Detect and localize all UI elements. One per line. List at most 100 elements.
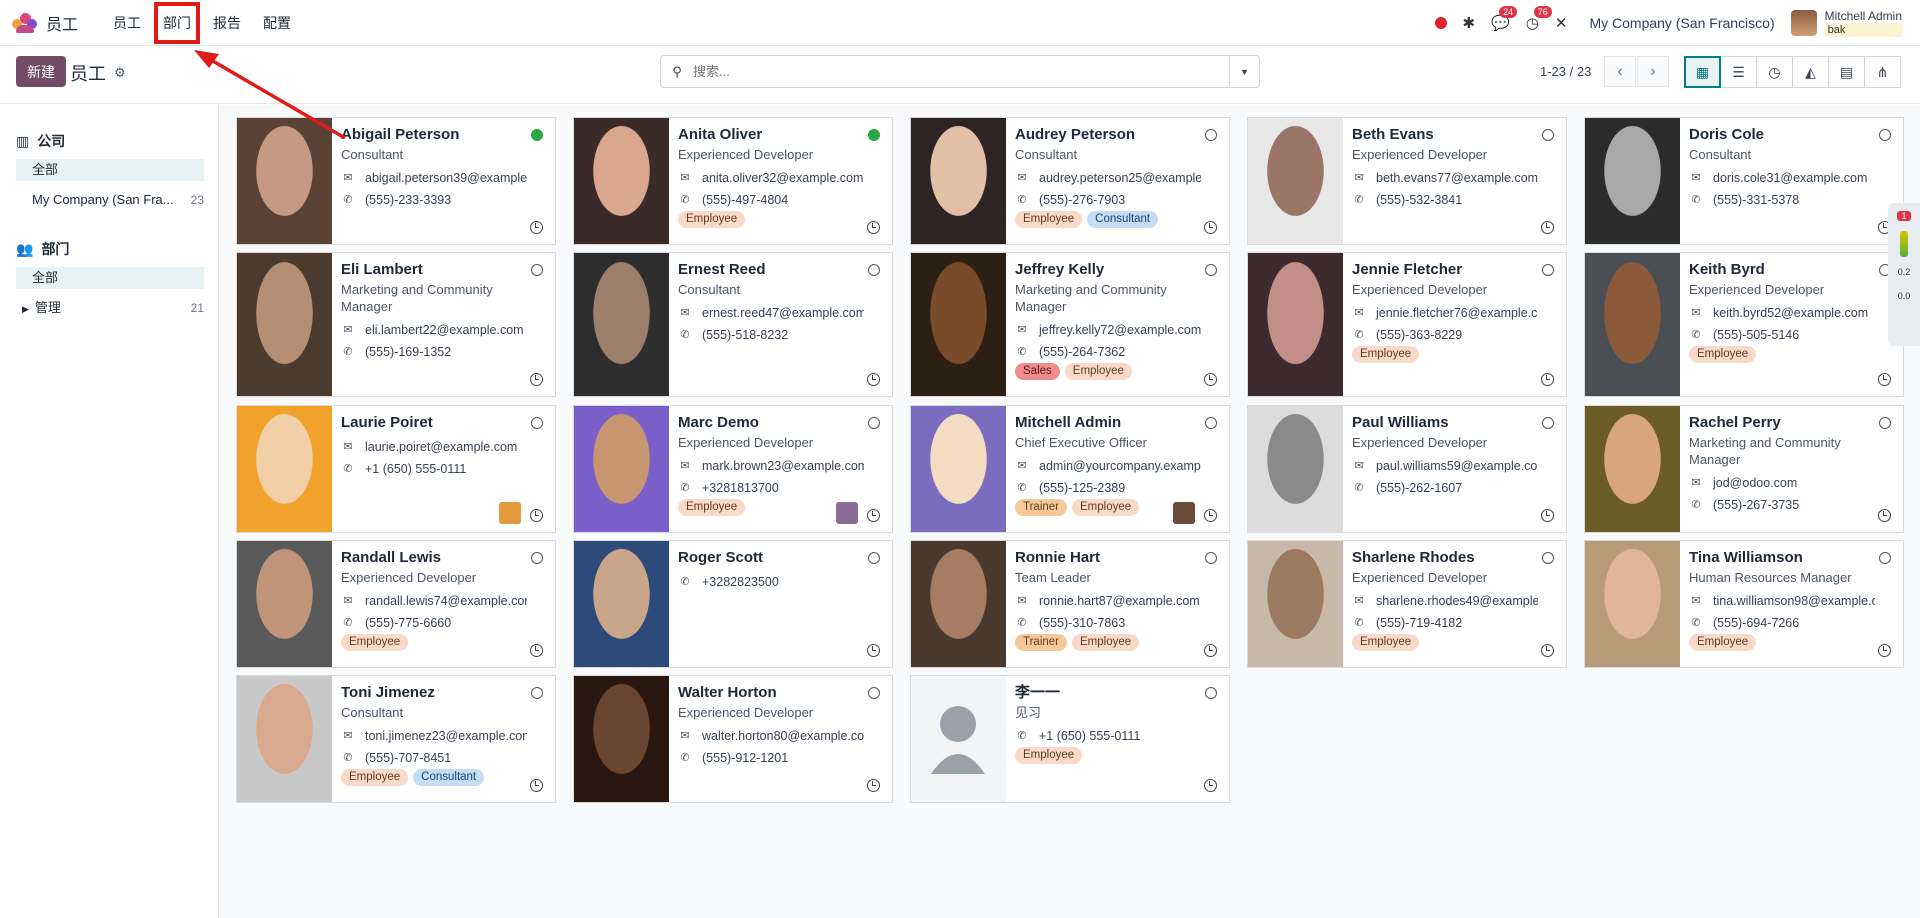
employee-phone[interactable]: (555)-331-5378 (1713, 191, 1799, 209)
activity-clock-icon[interactable] (867, 221, 880, 234)
employee-phone[interactable]: (555)-532-3841 (1376, 191, 1462, 209)
user-avatar-icon[interactable] (499, 502, 521, 524)
employee-card[interactable]: Randall Lewis Experienced Developer ✉ randa… (236, 540, 556, 668)
menu-configuration[interactable]: 配置 (252, 0, 302, 46)
employee-phone[interactable]: (555)-276-7903 (1039, 191, 1125, 209)
activity-clock-icon[interactable] (867, 509, 880, 522)
employee-card[interactable]: Marc Demo Experienced Developer ✉ mark.brow… (573, 405, 893, 533)
employee-email[interactable]: abigail.peterson39@example.... (365, 169, 527, 187)
department-item-management[interactable]: ▶ 管理 21 (16, 297, 204, 319)
activity-clock-icon[interactable] (1204, 509, 1217, 522)
employee-phone[interactable]: (555)-233-3393 (365, 191, 451, 209)
employee-card[interactable]: Jennie Fletcher Experienced Developer ✉ jen… (1247, 252, 1567, 397)
company-switcher[interactable]: My Company (San Francisco) (1589, 15, 1774, 31)
employee-card[interactable]: Rachel Perry Marketing and Community Mana… (1584, 405, 1904, 533)
graph-view-button[interactable]: ◭ (1792, 56, 1829, 88)
employee-card[interactable]: Mitchell Admin Chief Executive Officer ✉ ad… (910, 405, 1230, 533)
employee-card[interactable]: Sharlene Rhodes Experienced Developer ✉ sha… (1247, 540, 1567, 668)
employee-card[interactable]: Ernest Reed Consultant ✉ ernest.reed47@exam… (573, 252, 893, 397)
employee-phone[interactable]: (555)-169-1352 (365, 343, 451, 361)
employee-email[interactable]: laurie.poiret@example.com (365, 438, 517, 456)
employee-card[interactable]: Anita Oliver Experienced Developer ✉ anita.… (573, 117, 893, 245)
pager-next-button[interactable]: › (1637, 56, 1669, 87)
search-input[interactable] (693, 64, 1229, 79)
search-options-toggle[interactable]: ▼ (1229, 56, 1259, 87)
employee-email[interactable]: ronnie.hart87@example.com (1039, 592, 1200, 610)
employee-card[interactable]: Toni Jimenez Consultant ✉ toni.jimenez23@ex… (236, 675, 556, 803)
department-item-all[interactable]: 全部 (16, 267, 204, 289)
employee-email[interactable]: admin@yourcompany.exampl... (1039, 457, 1201, 475)
pager-previous-button[interactable]: ‹ (1604, 56, 1636, 87)
employee-email[interactable]: randall.lewis74@example.com (365, 592, 527, 610)
app-brand[interactable]: 员工 (12, 11, 78, 35)
employee-phone[interactable]: (555)-262-1607 (1376, 479, 1462, 497)
messages-icon[interactable]: 💬 24 (1491, 5, 1518, 32)
company-item-all[interactable]: 全部 (16, 159, 204, 181)
activity-clock-icon[interactable] (867, 779, 880, 792)
employee-card[interactable]: Audrey Peterson Consultant ✉ audrey.peterso… (910, 117, 1230, 245)
employee-phone[interactable]: (555)-363-8229 (1376, 326, 1462, 344)
employee-card[interactable]: Paul Williams Experienced Developer ✉ paul.… (1247, 405, 1567, 533)
employee-card[interactable]: Jeffrey Kelly Marketing and Community Man… (910, 252, 1230, 397)
pager-value[interactable]: 1-23 / 23 (1540, 64, 1591, 79)
employee-phone[interactable]: +3282823500 (702, 573, 779, 591)
list-view-button[interactable]: ☰ (1720, 56, 1757, 88)
employee-email[interactable]: keith.byrd52@example.com (1713, 304, 1868, 322)
employee-phone[interactable]: (555)-707-8451 (365, 749, 451, 767)
bug-icon[interactable]: ✱ (1463, 14, 1476, 32)
employee-phone[interactable]: (555)-125-2389 (1039, 479, 1125, 497)
employee-phone[interactable]: (555)-912-1201 (702, 749, 788, 767)
record-icon[interactable] (1434, 16, 1447, 29)
company-item-my-company[interactable]: My Company (San Fra... 23 (16, 189, 204, 211)
employee-email[interactable]: walter.horton80@example.com (702, 727, 864, 745)
employee-card[interactable]: Laurie Poiret ✉ laurie.poiret@example.com ✆… (236, 405, 556, 533)
activity-view-button[interactable]: ◷ (1756, 56, 1793, 88)
employee-phone[interactable]: (555)-310-7863 (1039, 614, 1125, 632)
performance-widget[interactable]: 1 0.2 0.0 (1888, 203, 1920, 346)
caret-right-icon[interactable]: ▶ (22, 304, 29, 314)
activity-clock-icon[interactable] (530, 221, 543, 234)
employee-email[interactable]: jod@odoo.com (1713, 474, 1797, 492)
activity-clock-icon[interactable] (867, 373, 880, 386)
employee-card[interactable]: Abigail Peterson Consultant ✉ abigail.peter… (236, 117, 556, 245)
new-button[interactable]: 新建 (16, 56, 66, 87)
activity-clock-icon[interactable] (1204, 373, 1217, 386)
tools-icon[interactable]: ✕ (1555, 14, 1568, 32)
employee-phone[interactable]: (555)-694-7266 (1713, 614, 1799, 632)
activity-clock-icon[interactable] (1541, 509, 1554, 522)
activity-clock-icon[interactable] (530, 644, 543, 657)
employee-email[interactable]: sharlene.rhodes49@example.... (1376, 592, 1538, 610)
kanban-view-button[interactable]: ▦ (1684, 56, 1721, 88)
activity-clock-icon[interactable] (867, 644, 880, 657)
employee-email[interactable]: mark.brown23@example.com (702, 457, 864, 475)
user-avatar-icon[interactable] (1173, 502, 1195, 524)
employee-card[interactable]: Ronnie Hart Team Leader ✉ ronnie.hart87@exa… (910, 540, 1230, 668)
employee-email[interactable]: toni.jimenez23@example.com (365, 727, 527, 745)
pivot-view-button[interactable]: ▤ (1828, 56, 1865, 88)
activity-clock-icon[interactable] (1541, 644, 1554, 657)
gear-icon[interactable]: ⚙ (114, 65, 126, 81)
employee-email[interactable]: audrey.peterson25@example.... (1039, 169, 1201, 187)
employee-phone[interactable]: (555)-719-4182 (1376, 614, 1462, 632)
employee-email[interactable]: tina.williamson98@example.c... (1713, 592, 1875, 610)
user-menu[interactable]: Mitchell Admin bak (1790, 9, 1902, 37)
activity-clock-icon[interactable] (1204, 779, 1217, 792)
activity-clock-icon[interactable] (1541, 373, 1554, 386)
employee-email[interactable]: beth.evans77@example.com (1376, 169, 1538, 187)
employee-phone[interactable]: +3281813700 (702, 479, 779, 497)
employee-email[interactable]: anita.oliver32@example.com (702, 169, 863, 187)
employee-email[interactable]: doris.cole31@example.com (1713, 169, 1867, 187)
employee-email[interactable]: paul.williams59@example.com (1376, 457, 1538, 475)
employee-email[interactable]: ernest.reed47@example.com (702, 304, 864, 322)
employee-phone[interactable]: (555)-264-7362 (1039, 343, 1125, 361)
employee-phone[interactable]: (555)-775-6660 (365, 614, 451, 632)
employee-card[interactable]: Keith Byrd Experienced Developer ✉ keith.by… (1584, 252, 1904, 397)
activity-clock-icon[interactable] (530, 373, 543, 386)
employee-card[interactable]: Tina Williamson Human Resources Manager ✉ t… (1584, 540, 1904, 668)
activity-clock-icon[interactable] (530, 779, 543, 792)
menu-reports[interactable]: 报告 (202, 0, 252, 46)
activity-clock-icon[interactable] (1204, 221, 1217, 234)
employee-card[interactable]: Walter Horton Experienced Developer ✉ walte… (573, 675, 893, 803)
activity-clock-icon[interactable] (1541, 221, 1554, 234)
employee-card[interactable]: Roger Scott ✆ +3282823500 (573, 540, 893, 668)
